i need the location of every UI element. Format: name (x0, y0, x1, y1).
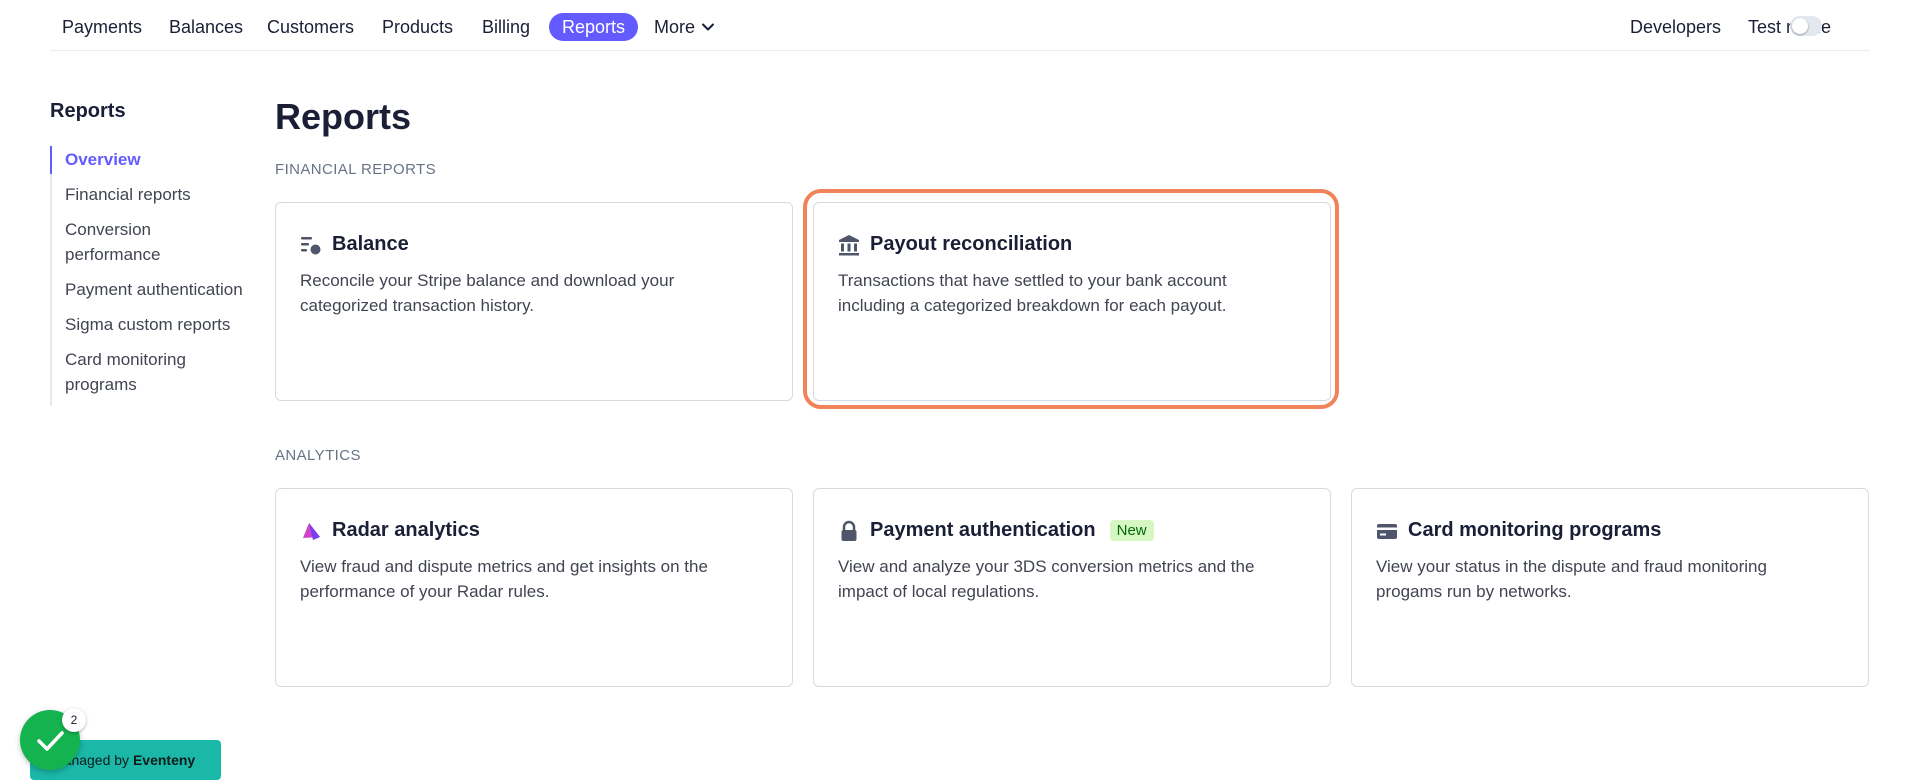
card-description: Reconcile your Stripe balance and downlo… (300, 271, 675, 315)
top-nav: Payments Balances Customers Products Bil… (50, 0, 1870, 51)
card-header: Payment authentication New (838, 519, 1154, 542)
nav-payments[interactable]: Payments (62, 13, 142, 41)
active-indicator (50, 146, 52, 174)
card-title: Balance (332, 233, 409, 255)
radar-icon (303, 522, 320, 540)
chevron-down-icon (702, 23, 715, 31)
card-icon (1377, 523, 1397, 539)
sidebar-item-payment-authentication[interactable]: Payment authentication (65, 277, 265, 302)
analytics-label: ANALYTICS (275, 447, 361, 464)
new-badge: New (1109, 520, 1154, 541)
nav-more[interactable]: More (654, 13, 715, 41)
card-description: View your status in the dispute and frau… (1376, 557, 1767, 601)
radar-analytics-card[interactable]: Radar analytics View fraud and dispute m… (275, 488, 793, 687)
bank-icon (839, 234, 859, 255)
card-title: Payment authentication (870, 519, 1096, 541)
sidebar-nav: Overview Financial reports Conversion pe… (50, 146, 262, 406)
card-description: View fraud and dispute metrics and get i… (300, 557, 708, 601)
balance-card[interactable]: Balance Reconcile your Stripe balance an… (275, 202, 793, 401)
card-title: Payout reconciliation (870, 233, 1073, 255)
managed-by-brand: Eventeny (132, 752, 196, 768)
card-header: Balance (300, 233, 409, 256)
sidebar-item-sigma-custom-reports[interactable]: Sigma custom reports (65, 312, 265, 337)
balance-icon (301, 236, 321, 254)
page-title: Reports (275, 96, 412, 137)
card-header: Payout reconciliation (838, 233, 1072, 256)
nav-developers[interactable]: Developers (1630, 13, 1721, 41)
toggle-knob (1792, 18, 1808, 34)
card-description: View and analyze your 3DS conversion met… (838, 557, 1255, 601)
payment-authentication-card[interactable]: Payment authentication New View and anal… (813, 488, 1331, 687)
nav-reports[interactable]: Reports (549, 13, 639, 41)
checklist-count-badge: 2 (62, 708, 86, 732)
nav-customers[interactable]: Customers (267, 13, 354, 41)
card-title: Radar analytics (332, 519, 480, 541)
sidebar-item-conversion-performance[interactable]: Conversion performance (65, 217, 185, 267)
sidebar-item-financial-reports[interactable]: Financial reports (65, 182, 265, 207)
nav-billing[interactable]: Billing (482, 13, 530, 41)
card-header: Card monitoring programs (1376, 519, 1661, 542)
lock-icon (841, 520, 857, 541)
test-mode-toggle[interactable] (1790, 16, 1822, 36)
sidebar-item-overview[interactable]: Overview (65, 147, 265, 172)
payout-reconciliation-card[interactable]: Payout reconciliation Transactions that … (813, 202, 1331, 401)
nav-products[interactable]: Products (382, 13, 453, 41)
card-monitoring-programs-card[interactable]: Card monitoring programs View your statu… (1351, 488, 1869, 687)
card-header: Radar analytics (300, 519, 480, 542)
sidebar-item-card-monitoring-programs[interactable]: Card monitoring programs (65, 347, 215, 397)
card-description: Transactions that have settled to your b… (838, 271, 1227, 315)
nav-balances[interactable]: Balances (169, 13, 243, 41)
card-title: Card monitoring programs (1408, 519, 1662, 541)
nav-more-label: More (654, 17, 696, 37)
financial-reports-label: FINANCIAL REPORTS (275, 161, 436, 178)
sidebar-title: Reports (50, 100, 126, 122)
